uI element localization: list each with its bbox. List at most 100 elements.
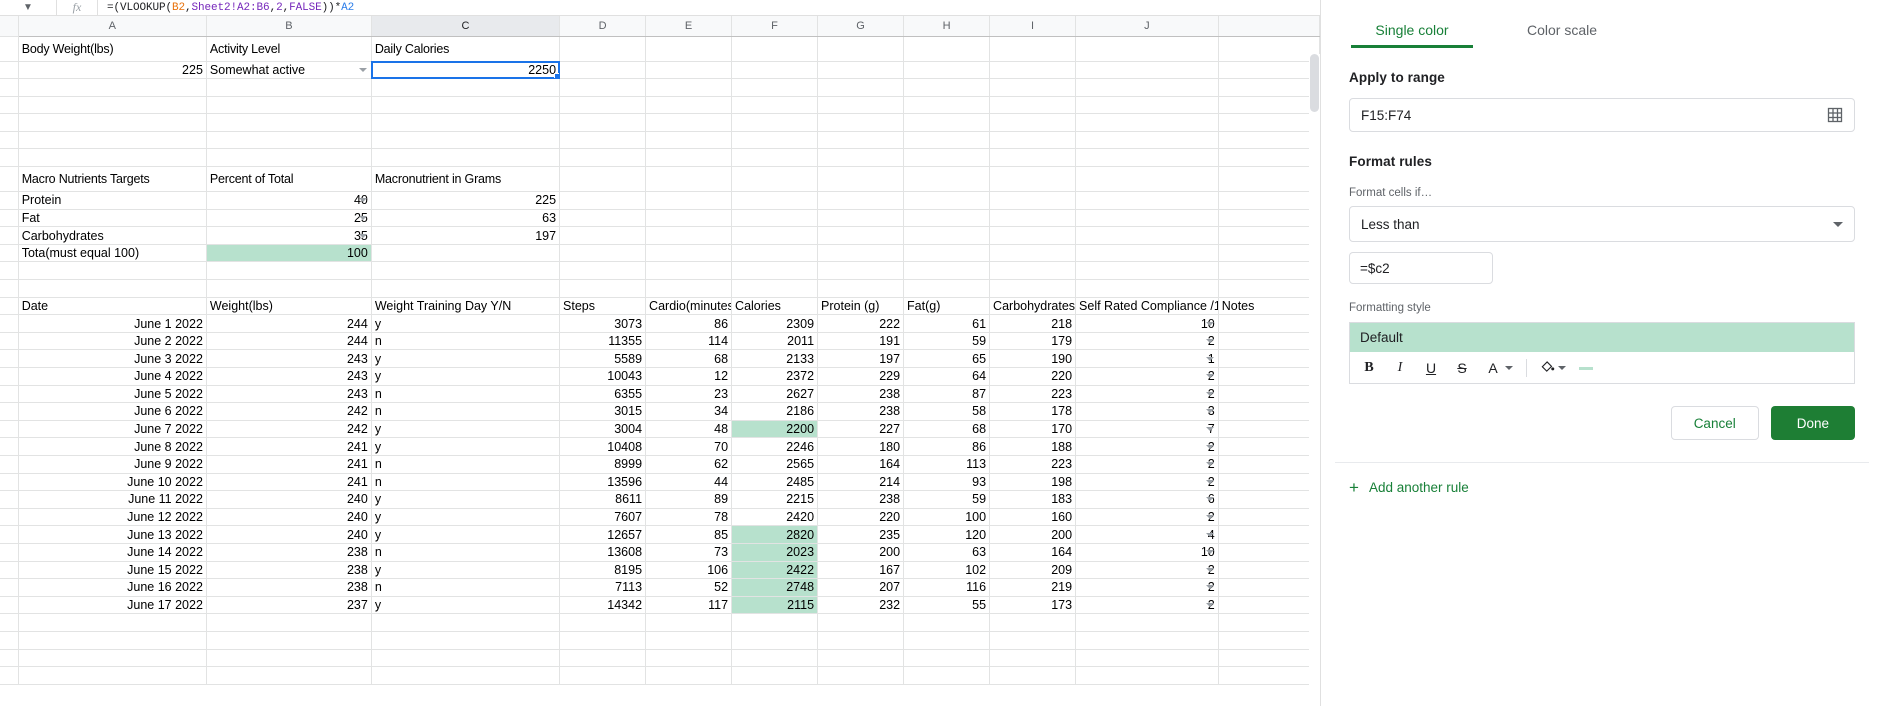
sheet-cell-empty[interactable] (206, 649, 372, 668)
sheet-cell-empty[interactable] (1218, 649, 1320, 668)
sheet-cell-empty[interactable] (1218, 96, 1320, 115)
sheet-cell-empty[interactable] (1075, 191, 1219, 210)
cell-log-notes[interactable] (1218, 596, 1320, 615)
sheet-cell-empty[interactable] (18, 113, 207, 132)
sheet-cell-empty[interactable] (817, 613, 905, 632)
sheet-cell-empty[interactable] (371, 613, 561, 632)
cell-log-header[interactable]: Self Rated Compliance /10 (1075, 297, 1219, 316)
sheet-cell-empty[interactable] (206, 96, 372, 115)
cell-log-header[interactable]: Notes (1218, 297, 1320, 316)
sheet-cell-empty[interactable] (645, 96, 733, 115)
sheet-cell-empty[interactable] (731, 131, 819, 150)
select-data-range-icon[interactable] (1827, 107, 1843, 123)
cell-log-calories[interactable]: 2215 (731, 490, 819, 509)
cell-log-cardio[interactable]: 62 (645, 455, 733, 474)
sheet-cell-empty[interactable] (903, 113, 991, 132)
sheet-cell-empty[interactable] (371, 631, 561, 650)
sheet-cell-empty[interactable] (731, 666, 819, 685)
sheet-cell-empty[interactable] (817, 209, 905, 228)
cell-log-date[interactable]: June 5 2022 (18, 385, 207, 404)
cell-log-protein[interactable]: 197 (817, 349, 905, 368)
row-header[interactable] (0, 78, 19, 97)
text-color-button[interactable]: A (1484, 360, 1513, 376)
sheet-cell-empty[interactable] (1218, 36, 1320, 62)
cell-log-cardio[interactable]: 117 (645, 596, 733, 615)
sheet-cell-empty[interactable] (645, 148, 733, 168)
cell-log-carbs[interactable]: 190 (989, 349, 1077, 368)
cell-log-fat[interactable]: 64 (903, 367, 991, 386)
cell-log-notes[interactable] (1218, 349, 1320, 368)
add-another-rule-button[interactable]: + Add another rule (1349, 479, 1869, 496)
sheet-cell-empty[interactable] (559, 666, 647, 685)
sheet-cell-empty[interactable] (1075, 279, 1219, 298)
cell-log-protein[interactable]: 180 (817, 437, 905, 456)
cell-log-carbs[interactable]: 198 (989, 473, 1077, 492)
sheet-cell-empty[interactable] (903, 191, 991, 210)
cell-log-compliance[interactable]: 6 (1075, 490, 1219, 509)
sheet-cell-empty[interactable] (645, 209, 733, 228)
cell-log-date[interactable]: June 2 2022 (18, 332, 207, 351)
cell-log-fat[interactable]: 63 (903, 543, 991, 562)
cell-log-notes[interactable] (1218, 508, 1320, 527)
sheet-cell-empty[interactable] (989, 244, 1077, 263)
column-header-i[interactable]: I (989, 16, 1077, 37)
cell-log-carbs[interactable]: 220 (989, 367, 1077, 386)
sheet-cell-empty[interactable] (645, 631, 733, 650)
cell-log-carbs[interactable]: 219 (989, 578, 1077, 597)
sheet-cell-empty[interactable] (817, 61, 905, 80)
grid-vertical-scrollbar[interactable] (1309, 54, 1320, 706)
cell-log-fat[interactable]: 102 (903, 561, 991, 580)
sheet-cell-empty[interactable] (559, 148, 647, 168)
fill-color-button[interactable] (1540, 358, 1566, 378)
cell-log-training[interactable]: y (371, 367, 561, 386)
sheet-cell-empty[interactable] (645, 191, 733, 210)
cell-log-weight[interactable]: 241 (206, 437, 372, 456)
sheet-cell-empty[interactable] (18, 279, 207, 298)
row-header[interactable] (0, 61, 19, 80)
cell-log-training[interactable]: y (371, 349, 561, 368)
sheet-cell-empty[interactable] (371, 261, 561, 281)
cell-log-compliance[interactable]: 4 (1075, 525, 1219, 544)
cell-log-carbs[interactable]: 170 (989, 420, 1077, 439)
sheet-cell-empty[interactable] (1075, 78, 1219, 97)
sheet-cell-empty[interactable] (645, 279, 733, 298)
cell-log-cardio[interactable]: 78 (645, 508, 733, 527)
cell-log-compliance[interactable]: 10 (1075, 543, 1219, 562)
sheet-cell-empty[interactable] (206, 631, 372, 650)
sheet-cell-empty[interactable] (1075, 148, 1219, 168)
italic-button[interactable]: I (1391, 360, 1409, 376)
column-header-h[interactable]: H (903, 16, 991, 37)
sheet-cell-empty[interactable] (645, 78, 733, 97)
cell-log-cardio[interactable]: 106 (645, 561, 733, 580)
sheet-cell-empty[interactable] (18, 148, 207, 168)
sheet-cell-empty[interactable] (18, 131, 207, 150)
sheet-cell-empty[interactable] (371, 78, 561, 97)
sheet-cell-empty[interactable] (1218, 261, 1320, 281)
sheet-cell-empty[interactable] (989, 131, 1077, 150)
row-header[interactable] (0, 148, 19, 168)
cell-macro-grams[interactable]: 63 (371, 209, 561, 228)
cell-log-fat[interactable]: 120 (903, 525, 991, 544)
cell-log-fat[interactable]: 61 (903, 314, 991, 333)
cell-log-training[interactable]: n (371, 332, 561, 351)
cell-log-fat[interactable]: 113 (903, 455, 991, 474)
cell-log-weight[interactable]: 240 (206, 508, 372, 527)
row-header[interactable] (0, 525, 19, 544)
cell-log-carbs[interactable]: 178 (989, 402, 1077, 421)
cell-log-fat[interactable]: 59 (903, 490, 991, 509)
sheet-cell-empty[interactable] (731, 148, 819, 168)
cell-log-protein[interactable]: 167 (817, 561, 905, 580)
cell-macro-name[interactable]: Protein (18, 191, 207, 210)
cell-log-cardio[interactable]: 48 (645, 420, 733, 439)
sheet-cell-empty[interactable] (645, 261, 733, 281)
sheet-cell-empty[interactable] (371, 131, 561, 150)
cell-log-calories[interactable]: 2485 (731, 473, 819, 492)
cell-log-header[interactable]: Fat(g) (903, 297, 991, 316)
sheet-cell-empty[interactable] (1218, 244, 1320, 263)
row-header[interactable] (0, 649, 19, 668)
sheet-cell-empty[interactable] (1075, 96, 1219, 115)
row-header[interactable] (0, 455, 19, 474)
cell-log-notes[interactable] (1218, 385, 1320, 404)
sheet-cell-empty[interactable] (817, 226, 905, 245)
cell-log-fat[interactable]: 55 (903, 596, 991, 615)
